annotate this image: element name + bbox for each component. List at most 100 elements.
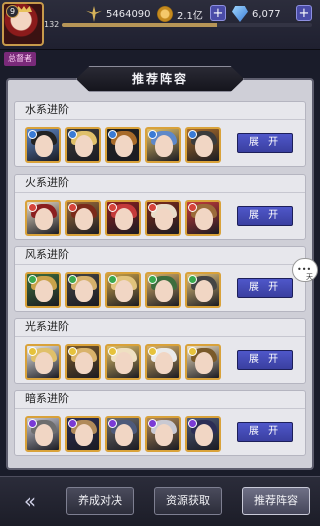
hero-portrait[interactable] xyxy=(145,272,181,308)
hero-portrait[interactable] xyxy=(185,272,221,308)
hero-portrait[interactable] xyxy=(65,127,101,163)
element-icon xyxy=(68,130,77,139)
hero-portrait[interactable] xyxy=(185,416,221,452)
gold-counter: 5464090 xyxy=(86,5,151,23)
hero-face xyxy=(155,280,173,302)
section-divider xyxy=(15,264,305,265)
hero-face xyxy=(155,424,173,446)
hero-portrait[interactable] xyxy=(105,127,141,163)
wings-gold-icon xyxy=(86,6,102,22)
hero-portrait[interactable] xyxy=(105,416,141,452)
hero-face xyxy=(35,280,53,302)
hero-portrait[interactable] xyxy=(25,272,61,308)
element-icon xyxy=(148,203,157,212)
element-icon xyxy=(28,347,37,356)
hero-face xyxy=(75,352,93,374)
section-title: 水系进阶 xyxy=(25,103,69,116)
rank-tag: 总督者 xyxy=(4,52,36,66)
hero-face xyxy=(195,424,213,446)
hero-face xyxy=(115,135,133,157)
expand-button[interactable]: 展 开 xyxy=(237,350,293,370)
section-title: 火系进阶 xyxy=(25,176,69,189)
exp-level: 132 xyxy=(44,20,60,29)
expand-button[interactable]: 展 开 xyxy=(237,133,293,153)
section-divider xyxy=(15,119,305,120)
hero-portrait[interactable] xyxy=(105,200,141,236)
hero-face xyxy=(75,280,93,302)
coin-counter: 2.1亿 xyxy=(157,5,203,23)
element-icon xyxy=(28,203,37,212)
element-icon xyxy=(108,203,117,212)
expand-button[interactable]: 展 开 xyxy=(237,422,293,442)
section-divider xyxy=(15,408,305,409)
hero-portrait[interactable] xyxy=(145,200,181,236)
element-icon xyxy=(188,130,197,139)
hero-portrait[interactable] xyxy=(105,272,141,308)
add-coin-button[interactable]: + xyxy=(210,5,226,21)
element-icon xyxy=(28,130,37,139)
hero-portrait[interactable] xyxy=(185,344,221,380)
element-icon xyxy=(108,275,117,284)
hero-portrait[interactable] xyxy=(25,200,61,236)
coin-amount: 2.1亿 xyxy=(177,10,203,22)
hero-portrait[interactable] xyxy=(65,416,101,452)
panel-title: 推荐阵容 xyxy=(76,66,244,92)
hero-portrait[interactable] xyxy=(145,344,181,380)
exp-progress-fill xyxy=(62,23,217,27)
hero-portrait[interactable] xyxy=(145,127,181,163)
hero-face xyxy=(195,135,213,157)
hero-portrait[interactable] xyxy=(65,200,101,236)
gold-amount: 5464090 xyxy=(106,8,151,20)
hero-face xyxy=(115,208,133,230)
hero-face xyxy=(75,208,93,230)
bottom-nav: « 养成对决 资源获取 推荐阵容 xyxy=(0,476,320,526)
player-level-badge: 9 xyxy=(6,5,19,18)
element-icon xyxy=(108,347,117,356)
hero-face xyxy=(115,352,133,374)
hero-portrait[interactable] xyxy=(185,200,221,236)
diamond-icon xyxy=(232,6,248,22)
element-icon xyxy=(68,347,77,356)
section-title: 暗系进阶 xyxy=(25,392,69,405)
element-icon xyxy=(28,275,37,284)
expand-button[interactable]: 展 开 xyxy=(237,278,293,298)
chat-bubble-icon[interactable]: ••• xyxy=(292,258,318,282)
hero-portrait[interactable] xyxy=(25,127,61,163)
hero-face xyxy=(155,208,173,230)
back-arrow-icon[interactable]: « xyxy=(6,489,54,515)
hero-face xyxy=(75,135,93,157)
hero-portrait[interactable] xyxy=(145,416,181,452)
hero-portrait[interactable] xyxy=(25,344,61,380)
tab-recommended-lineup[interactable]: 推荐阵容 xyxy=(242,487,310,515)
element-icon xyxy=(188,419,197,428)
hero-face xyxy=(35,424,53,446)
element-icon xyxy=(108,130,117,139)
hero-face xyxy=(35,135,53,157)
element-icon xyxy=(148,130,157,139)
hero-portrait[interactable] xyxy=(105,344,141,380)
player-avatar[interactable]: 9 xyxy=(2,2,44,46)
element-icon xyxy=(188,347,197,356)
element-icon xyxy=(148,419,157,428)
hero-portrait[interactable] xyxy=(65,344,101,380)
element-icon xyxy=(108,419,117,428)
add-gem-button[interactable]: + xyxy=(296,5,312,21)
element-icon xyxy=(148,275,157,284)
tab-resource-gain[interactable]: 资源获取 xyxy=(154,487,222,515)
element-icon xyxy=(68,275,77,284)
top-status-bar: 9 132 5464090 2.1亿 + 6,077 + xyxy=(0,0,320,50)
chat-label: 天 xyxy=(306,273,313,281)
section-title: 风系进阶 xyxy=(25,248,69,261)
expand-button[interactable]: 展 开 xyxy=(237,206,293,226)
hero-face xyxy=(155,352,173,374)
hero-face xyxy=(35,352,53,374)
section-divider xyxy=(15,192,305,193)
tab-training-duel[interactable]: 养成对决 xyxy=(66,487,134,515)
hero-portrait[interactable] xyxy=(25,416,61,452)
hero-face xyxy=(155,135,173,157)
lineup-section: 火系进阶展 开 xyxy=(14,174,306,240)
hero-portrait[interactable] xyxy=(65,272,101,308)
hero-portrait[interactable] xyxy=(185,127,221,163)
lineup-section: 暗系进阶展 开 xyxy=(14,390,306,456)
gem-amount: 6,077 xyxy=(252,8,281,20)
